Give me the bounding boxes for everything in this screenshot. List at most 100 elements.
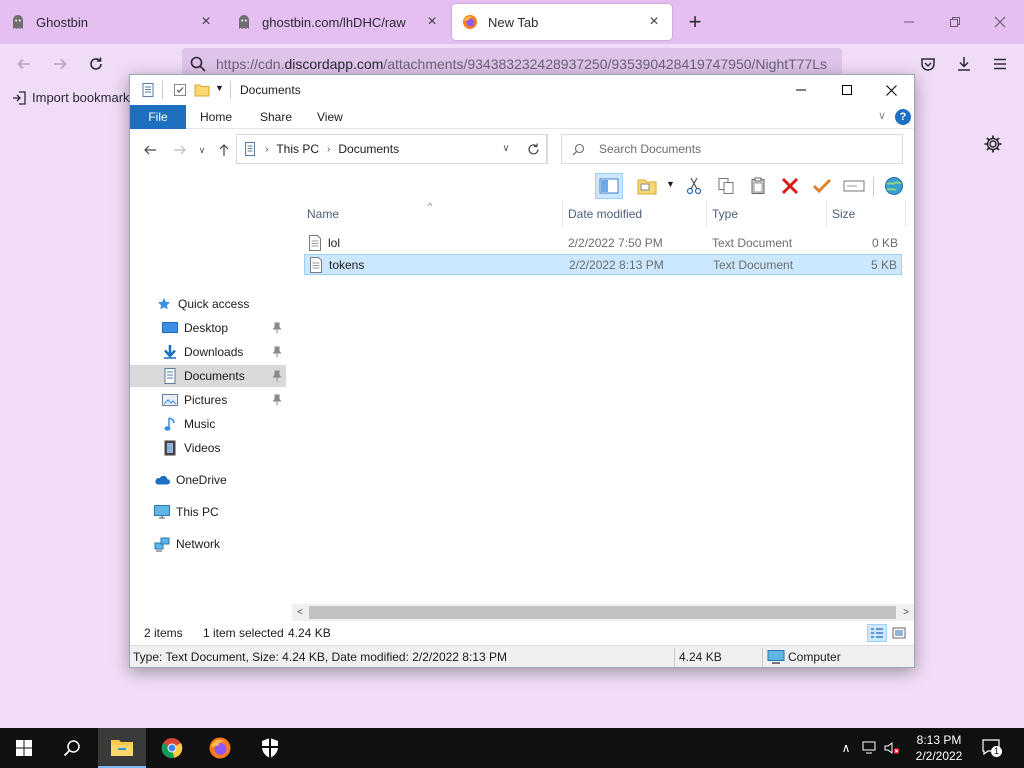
back-button[interactable] — [12, 52, 36, 76]
pocket-button[interactable] — [916, 52, 940, 76]
tab-share[interactable]: Share — [246, 105, 306, 129]
copy-button[interactable] — [712, 173, 740, 199]
tab-file[interactable]: File — [130, 105, 186, 129]
sidebar-item-pictures[interactable]: Pictures — [130, 389, 286, 411]
scroll-left-icon[interactable]: < — [292, 604, 308, 621]
notification-center-button[interactable]: 1 — [982, 738, 1002, 758]
column-header-size[interactable]: Size — [832, 207, 855, 221]
sidebar-item-documents[interactable]: Documents — [130, 365, 286, 387]
tab-home[interactable]: Home — [186, 105, 246, 129]
show-hidden-icons-chevron-up-icon[interactable]: ∧ — [838, 740, 854, 756]
start-button[interactable] — [0, 728, 48, 768]
delete-button[interactable] — [776, 173, 804, 199]
gear-icon[interactable] — [983, 134, 1003, 154]
navigation-pane: Quick access Desktop Downloads Documents… — [130, 201, 302, 601]
sidebar-item-videos[interactable]: Videos — [130, 437, 286, 459]
tab-ghostbin[interactable]: Ghostbin × — [0, 4, 224, 40]
ribbon-expand-chevron-icon[interactable]: ∨ — [874, 109, 890, 125]
sidebar-item-desktop[interactable]: Desktop — [130, 317, 286, 339]
clock[interactable]: 8:13 PM 2/2/2022 — [904, 732, 974, 764]
column-header-name[interactable]: Name — [307, 207, 339, 221]
import-bookmarks-button[interactable]: Import bookmarks... — [12, 90, 147, 105]
volume-muted-icon[interactable] — [884, 740, 900, 756]
checkbox-icon[interactable] — [172, 82, 188, 98]
rename-button[interactable] — [840, 173, 868, 199]
close-icon[interactable]: × — [646, 14, 662, 30]
pin-icon[interactable] — [272, 346, 282, 358]
close-window-button[interactable] — [988, 10, 1012, 34]
breadcrumb-this-pc[interactable]: This PC — [276, 142, 319, 156]
up-button[interactable] — [216, 142, 232, 158]
tab-view[interactable]: View — [303, 105, 357, 129]
column-divider[interactable] — [706, 201, 707, 227]
sidebar-item-label: Pictures — [184, 393, 228, 407]
back-button[interactable] — [142, 142, 158, 158]
minimize-button[interactable] — [897, 10, 921, 34]
tab-ghostbin-raw[interactable]: ghostbin.com/lhDHC/raw × — [226, 4, 450, 40]
restore-button[interactable] — [943, 10, 967, 34]
paste-button[interactable] — [744, 173, 772, 199]
address-dropdown-chevron-down-icon[interactable]: ∨ — [496, 134, 516, 162]
scrollbar-thumb[interactable] — [309, 606, 896, 619]
details-view-button[interactable] — [867, 624, 887, 642]
table-row[interactable]: lol 2/2/2022 7:50 PM Text Document 0 KB — [304, 233, 902, 254]
sidebar-item-network[interactable]: Network — [130, 533, 286, 555]
taskbar-chrome[interactable] — [148, 728, 196, 768]
refresh-button[interactable] — [520, 134, 548, 164]
minimize-icon — [796, 89, 806, 91]
column-header-type[interactable]: Type — [712, 207, 738, 221]
properties-dropdown-icon[interactable]: ▼ — [666, 179, 675, 189]
minimize-button[interactable] — [778, 75, 824, 105]
new-folder-icon[interactable] — [194, 82, 210, 98]
close-window-button[interactable] — [868, 75, 914, 105]
column-divider[interactable] — [562, 201, 563, 227]
select-button[interactable] — [808, 173, 836, 199]
column-divider[interactable] — [826, 201, 827, 227]
reload-button[interactable] — [84, 52, 108, 76]
menu-button[interactable] — [988, 52, 1012, 76]
pin-icon[interactable] — [272, 322, 282, 334]
taskbar-file-explorer[interactable] — [98, 728, 146, 768]
sidebar-item-music[interactable]: Music — [130, 413, 286, 435]
breadcrumb-separator-icon[interactable]: › — [265, 144, 268, 155]
sidebar-item-downloads[interactable]: Downloads — [130, 341, 286, 363]
help-button[interactable]: ? — [895, 109, 911, 125]
sidebar-item-quick-access[interactable]: Quick access — [130, 293, 286, 315]
cut-button[interactable] — [680, 173, 708, 199]
forward-button[interactable] — [172, 142, 188, 158]
sidebar-item-onedrive[interactable]: OneDrive — [130, 469, 286, 491]
taskbar-firefox[interactable] — [196, 728, 244, 768]
properties-button[interactable] — [633, 173, 661, 199]
windows-logo-icon — [16, 740, 32, 756]
close-icon[interactable]: × — [198, 14, 214, 30]
downloads-button[interactable] — [952, 52, 976, 76]
recent-locations-chevron-down-icon[interactable]: ∨ — [194, 142, 210, 158]
details-view-icon — [871, 628, 883, 638]
search-button[interactable] — [48, 728, 96, 768]
tab-new-tab[interactable]: New Tab × — [452, 4, 672, 40]
shell-button[interactable] — [880, 173, 908, 199]
new-tab-button[interactable]: + — [684, 11, 706, 34]
taskbar-windows-security[interactable] — [246, 728, 294, 768]
horizontal-scrollbar[interactable]: < > — [292, 604, 914, 621]
network-icon[interactable] — [862, 740, 878, 756]
ribbon-tab-bar: File Home Share View ∨ ? — [130, 105, 914, 129]
column-header-date-modified[interactable]: Date modified — [568, 207, 642, 221]
close-icon[interactable]: × — [424, 14, 440, 30]
pin-icon[interactable] — [272, 394, 282, 406]
maximize-button[interactable] — [824, 75, 870, 105]
forward-button[interactable] — [48, 52, 72, 76]
search-input[interactable]: Search Documents — [561, 134, 903, 164]
document-properties-icon[interactable] — [140, 82, 156, 98]
quick-access-dropdown-icon[interactable]: ▼ — [215, 83, 224, 93]
scroll-right-icon[interactable]: > — [898, 604, 914, 621]
preview-pane-button[interactable] — [595, 173, 623, 199]
large-icons-view-button[interactable] — [889, 624, 909, 642]
breadcrumb-documents[interactable]: Documents — [338, 142, 399, 156]
pin-icon[interactable] — [272, 370, 282, 382]
breadcrumb-separator-icon[interactable]: › — [327, 144, 330, 155]
status-bar: 2 items 1 item selected 4.24 KB — [130, 621, 914, 643]
table-row-selected[interactable]: tokens 2/2/2022 8:13 PM Text Document 5 … — [304, 254, 902, 275]
sidebar-item-this-pc[interactable]: This PC — [130, 501, 286, 523]
column-divider[interactable] — [905, 201, 906, 227]
